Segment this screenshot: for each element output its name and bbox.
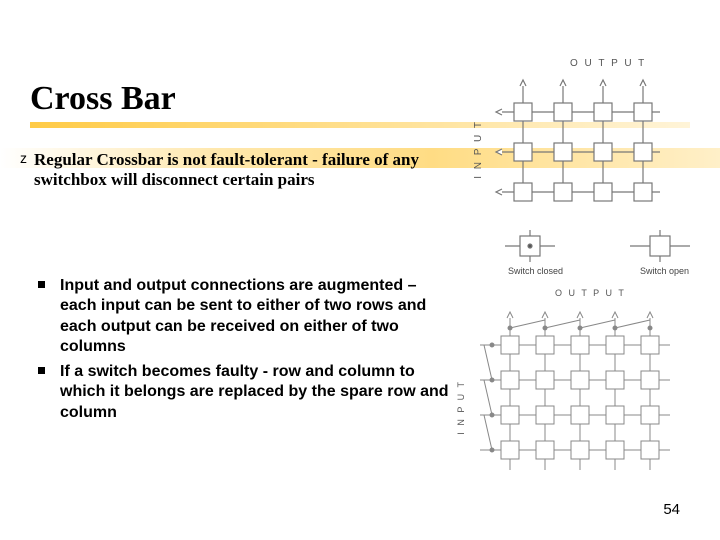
- slide-title: Cross Bar: [30, 80, 176, 118]
- switch-closed-label: Switch closed: [508, 266, 563, 276]
- switch-legend-diagram: [500, 228, 700, 268]
- crossbar-diagram: [490, 72, 690, 212]
- output-label-top: O U T P U T: [570, 58, 646, 69]
- bullet-main: z Regular Crossbar is not fault-tolerant…: [34, 150, 434, 191]
- square-bullet-icon: [38, 367, 45, 374]
- bullet-main-text: Regular Crossbar is not fault-tolerant -…: [34, 150, 419, 189]
- sub-bullet-1: Input and output connections are augment…: [60, 276, 450, 358]
- square-bullet-icon: [38, 281, 45, 288]
- slide: Cross Bar z Regular Crossbar is not faul…: [0, 0, 720, 540]
- sub-bullet-1-text: Input and output connections are augment…: [60, 277, 426, 355]
- bullet-glyph-icon: z: [20, 150, 27, 167]
- input-label-bottom: I N P U T: [456, 380, 466, 435]
- page-number: 54: [663, 501, 680, 518]
- sub-bullet-2-text: If a switch becomes faulty - row and col…: [60, 363, 449, 421]
- sub-bullet-2: If a switch becomes faulty - row and col…: [60, 362, 450, 423]
- sub-bullet-list: Input and output connections are augment…: [60, 276, 450, 427]
- output-label-bottom: O U T P U T: [555, 288, 626, 298]
- input-label-top: I N P U T: [473, 120, 484, 179]
- augmented-crossbar-diagram: [470, 300, 700, 490]
- switch-open-label: Switch open: [640, 266, 689, 276]
